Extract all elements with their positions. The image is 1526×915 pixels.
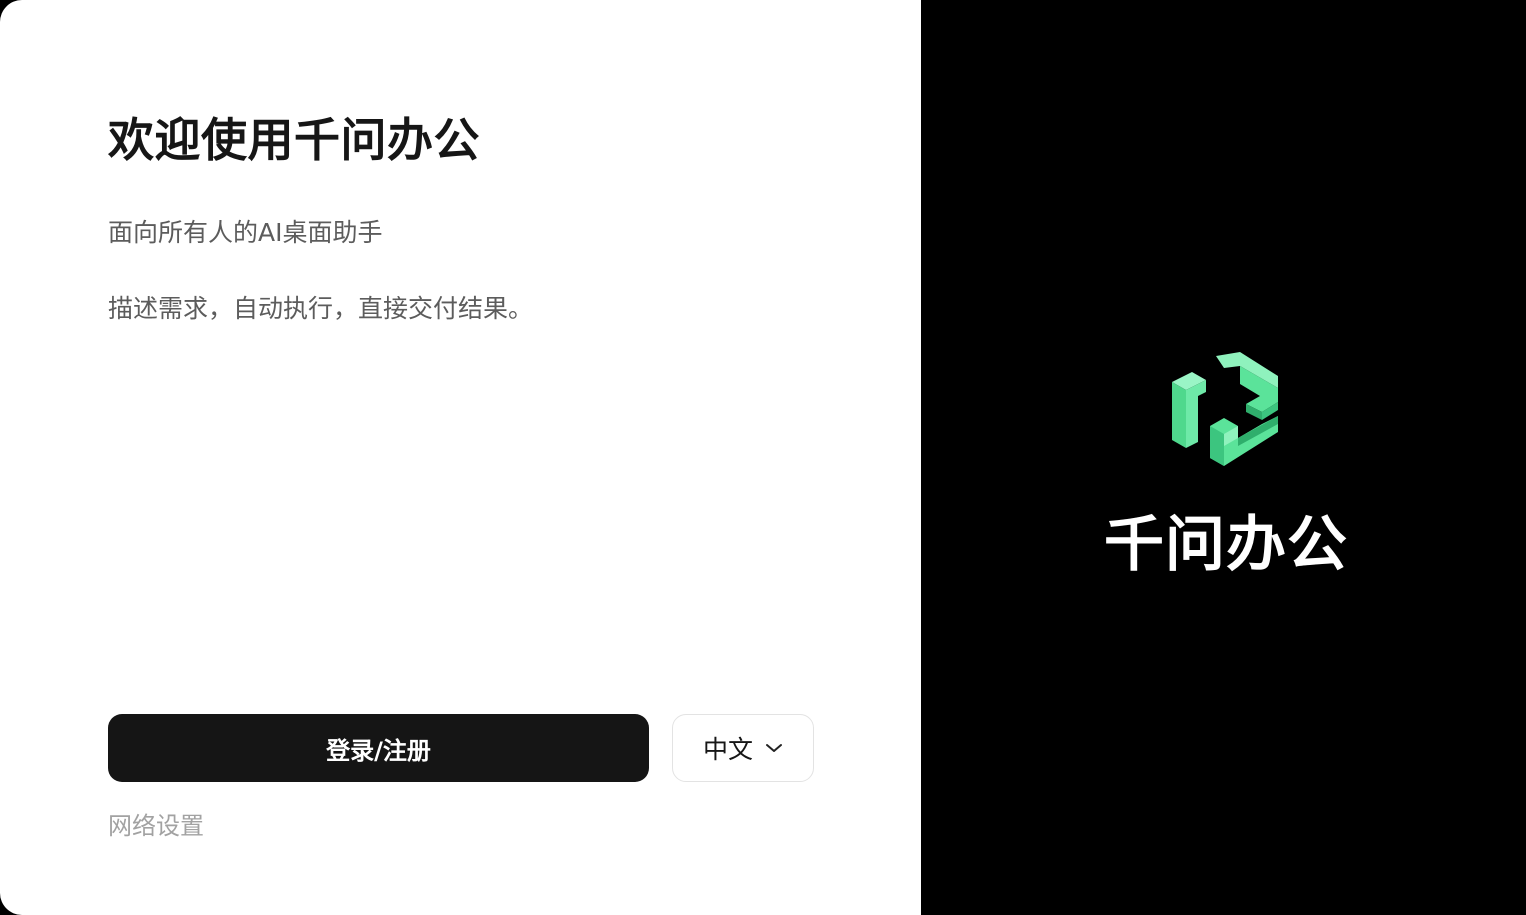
language-select[interactable]: 中文 — [672, 714, 814, 782]
chevron-down-icon — [766, 744, 782, 752]
qianwen-office-logo-icon — [1172, 352, 1278, 466]
app-window: 欢迎使用千问办公 面向所有人的AI桌面助手 描述需求，自动执行，直接交付结果。 … — [0, 0, 1526, 915]
welcome-panel: 欢迎使用千问办公 面向所有人的AI桌面助手 描述需求，自动执行，直接交付结果。 … — [0, 0, 921, 915]
welcome-title: 欢迎使用千问办公 — [108, 113, 480, 167]
tagline: 面向所有人的AI桌面助手 — [108, 218, 383, 247]
language-selected-label: 中文 — [702, 735, 753, 764]
description: 描述需求，自动执行，直接交付结果。 — [108, 294, 534, 323]
brand-name: 千问办公 — [1104, 510, 1348, 580]
network-settings-link[interactable]: 网络设置 — [108, 806, 204, 841]
login-register-button[interactable]: 登录/注册 — [108, 714, 649, 782]
